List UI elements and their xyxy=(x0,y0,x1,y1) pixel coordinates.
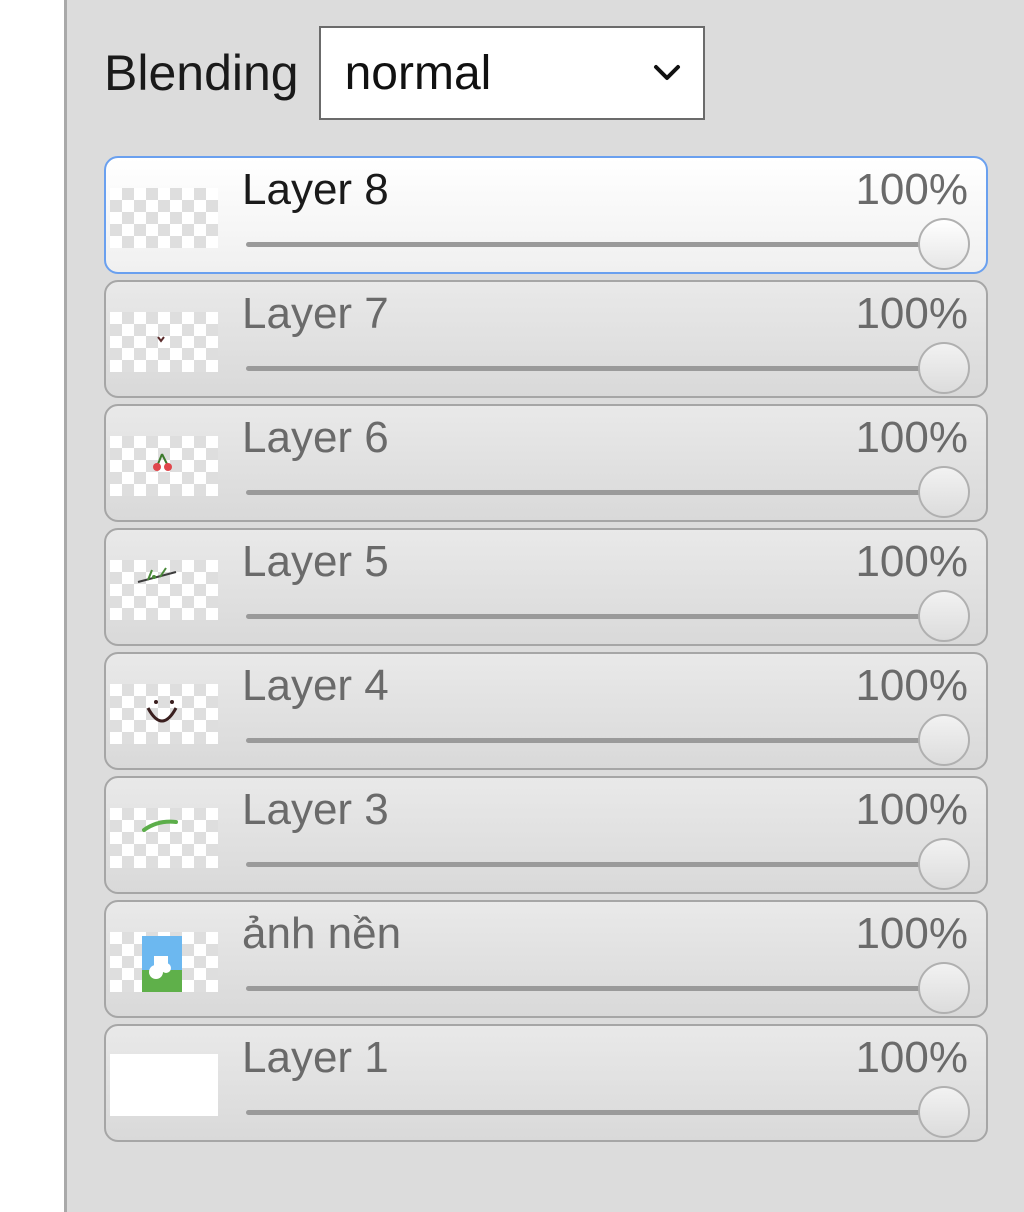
layer-opacity-value: 100% xyxy=(855,1033,968,1082)
opacity-slider-handle[interactable] xyxy=(918,590,970,642)
opacity-slider-handle[interactable] xyxy=(918,714,970,766)
layer-name: Layer 3 xyxy=(242,785,389,834)
layer-thumbnail xyxy=(110,188,218,248)
smile-icon xyxy=(146,700,178,723)
opacity-slider-handle[interactable] xyxy=(918,342,970,394)
layer-item[interactable]: Layer 6 100% xyxy=(104,404,988,522)
opacity-slider-track[interactable] xyxy=(246,738,946,743)
layer-item[interactable]: Layer 4 100% xyxy=(104,652,988,770)
layer-thumbnail xyxy=(110,312,218,372)
layer-opacity-value: 100% xyxy=(855,413,968,462)
opacity-slider-handle[interactable] xyxy=(918,962,970,1014)
cherries-icon xyxy=(153,453,172,471)
opacity-slider-handle[interactable] xyxy=(918,466,970,518)
blending-selected-value: normal xyxy=(344,46,492,100)
chevron-down-icon xyxy=(653,65,680,80)
blending-label: Blending xyxy=(104,45,299,101)
layer-name: Layer 4 xyxy=(242,661,389,710)
opacity-slider-handle[interactable] xyxy=(918,838,970,890)
layer-opacity-value: 100% xyxy=(855,785,968,834)
layer-name: Layer 5 xyxy=(242,537,389,586)
layer-thumbnail xyxy=(110,932,218,992)
layer-item[interactable]: Layer 7 100% xyxy=(104,280,988,398)
layer-name: Layer 7 xyxy=(242,289,389,338)
layer-opacity-value: 100% xyxy=(855,289,968,338)
opacity-slider-track[interactable] xyxy=(246,242,946,247)
layer-name: Layer 8 xyxy=(242,165,389,214)
layer-thumbnail xyxy=(110,1054,218,1116)
layer-item[interactable]: ảnh nền 100% xyxy=(104,900,988,1018)
opacity-slider-track[interactable] xyxy=(246,490,946,495)
layer-thumbnail xyxy=(110,808,218,868)
layer-name: ảnh nền xyxy=(242,909,402,958)
mouth-sketch-icon xyxy=(157,336,165,343)
layer-item[interactable]: Layer 8 100% xyxy=(104,156,988,274)
layer-opacity-value: 100% xyxy=(855,661,968,710)
layer-item[interactable]: Layer 3 100% xyxy=(104,776,988,894)
blending-row: Blending normal xyxy=(104,26,705,120)
opacity-slider-track[interactable] xyxy=(246,986,946,991)
branch-sketch-icon xyxy=(137,567,177,583)
opacity-slider-handle[interactable] xyxy=(918,1086,970,1138)
background-photo-icon xyxy=(142,936,182,992)
layer-thumbnail xyxy=(110,560,218,620)
canvas-edge xyxy=(0,0,64,1212)
layer-opacity-value: 100% xyxy=(855,909,968,958)
layer-list: Layer 8 100% Layer 7 100% Layer 6 100% L… xyxy=(104,156,988,1148)
opacity-slider-track[interactable] xyxy=(246,862,946,867)
opacity-slider-handle[interactable] xyxy=(918,218,970,270)
layer-item[interactable]: Layer 1 100% xyxy=(104,1024,988,1142)
opacity-slider-track[interactable] xyxy=(246,366,946,371)
layer-name: Layer 6 xyxy=(242,413,389,462)
layer-thumbnail xyxy=(110,436,218,496)
layer-thumbnail xyxy=(110,684,218,744)
blending-select[interactable]: normal xyxy=(318,26,705,120)
layer-opacity-value: 100% xyxy=(855,165,968,214)
green-stroke-icon xyxy=(142,819,178,832)
opacity-slider-track[interactable] xyxy=(246,614,946,619)
layer-opacity-value: 100% xyxy=(855,537,968,586)
layer-name: Layer 1 xyxy=(242,1033,389,1082)
opacity-slider-track[interactable] xyxy=(246,1110,946,1115)
layer-item[interactable]: Layer 5 100% xyxy=(104,528,988,646)
